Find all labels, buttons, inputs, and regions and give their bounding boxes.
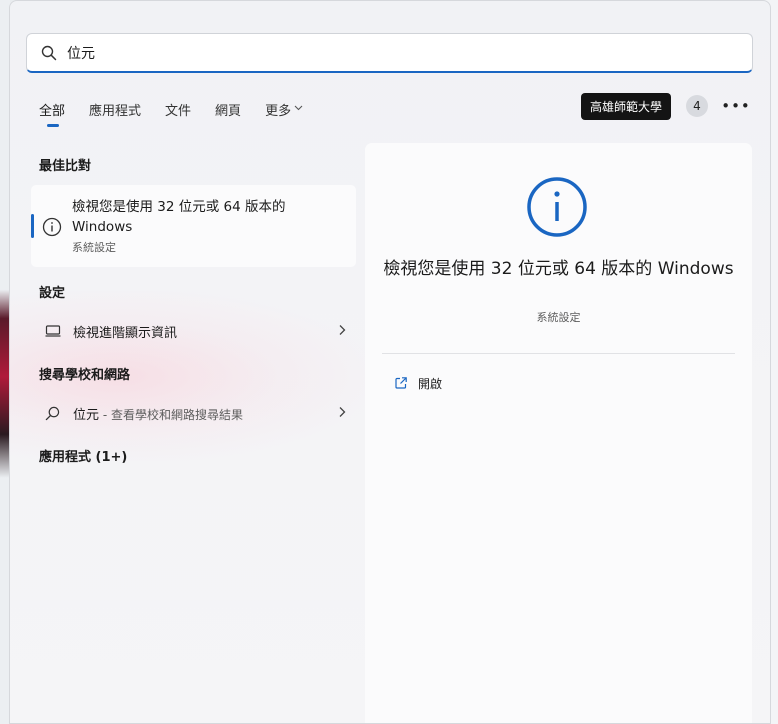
search-box[interactable] xyxy=(26,33,753,73)
section-apps[interactable]: 應用程式 (1+) xyxy=(39,446,127,465)
detail-subtitle: 系統設定 xyxy=(536,311,581,324)
web-search-label: 位元 - 查看學校和網路搜尋結果 xyxy=(73,404,243,423)
tab-web-label: 網頁 xyxy=(215,103,242,119)
tab-web[interactable]: 網頁 xyxy=(215,97,241,121)
display-icon xyxy=(45,324,67,338)
tab-all-label: 全部 xyxy=(39,103,66,119)
web-search-suffix: - 查看學校和網路搜尋結果 xyxy=(99,407,243,422)
detail-pane: 檢視您是使用 32 位元或 64 版本的 Windows 系統設定 開啟 xyxy=(365,143,752,723)
best-match-result[interactable]: 檢視您是使用 32 位元或 64 版本的 Windows 系統設定 xyxy=(31,185,356,267)
search-input[interactable] xyxy=(67,44,707,61)
detail-title: 檢視您是使用 32 位元或 64 版本的 Windows xyxy=(383,259,734,279)
tab-apps[interactable]: 應用程式 xyxy=(89,97,141,121)
section-web-search: 搜尋學校和網路 xyxy=(39,368,131,383)
tab-more-label: 更多 xyxy=(265,103,292,119)
open-action-label: 開啟 xyxy=(418,376,443,391)
section-best-match: 最佳比對 xyxy=(39,159,92,174)
search-icon xyxy=(45,406,67,421)
organization-badge[interactable]: 高雄師範大學 xyxy=(581,93,672,120)
settings-result-label: 檢視進階顯示資訊 xyxy=(73,325,178,341)
divider xyxy=(382,353,735,354)
section-settings: 設定 xyxy=(39,286,66,301)
more-options-button[interactable]: ••• xyxy=(721,95,750,117)
web-search-query: 位元 xyxy=(73,407,100,423)
chevron-right-icon xyxy=(339,407,346,417)
selection-indicator xyxy=(31,214,34,238)
info-icon xyxy=(42,217,62,237)
chevron-right-icon xyxy=(339,325,346,335)
best-match-subtitle: 系統設定 xyxy=(72,241,116,254)
filter-tabs: 全部 應用程式 文件 網頁 更多 xyxy=(39,97,327,127)
best-match-title: 檢視您是使用 32 位元或 64 版本的 Windows xyxy=(72,199,286,235)
tab-documents-label: 文件 xyxy=(165,103,192,119)
tab-all[interactable]: 全部 xyxy=(39,97,66,127)
tab-apps-label: 應用程式 xyxy=(89,103,142,119)
tab-documents[interactable]: 文件 xyxy=(165,97,191,121)
chevron-down-icon xyxy=(294,104,303,114)
start-search-panel: 全部 應用程式 文件 網頁 更多 高雄師範大學 4 ••• 最佳比對 檢視您是使… xyxy=(9,0,771,724)
settings-result-display-info[interactable]: 檢視進階顯示資訊 xyxy=(31,314,356,348)
web-search-result[interactable]: 位元 - 查看學校和網路搜尋結果 xyxy=(31,396,356,430)
open-external-icon xyxy=(395,377,407,389)
open-action[interactable]: 開啟 xyxy=(394,373,442,393)
tab-more[interactable]: 更多 xyxy=(265,97,303,121)
info-icon xyxy=(527,177,587,237)
search-icon xyxy=(41,45,57,60)
rewards-count-badge[interactable]: 4 xyxy=(686,95,708,117)
